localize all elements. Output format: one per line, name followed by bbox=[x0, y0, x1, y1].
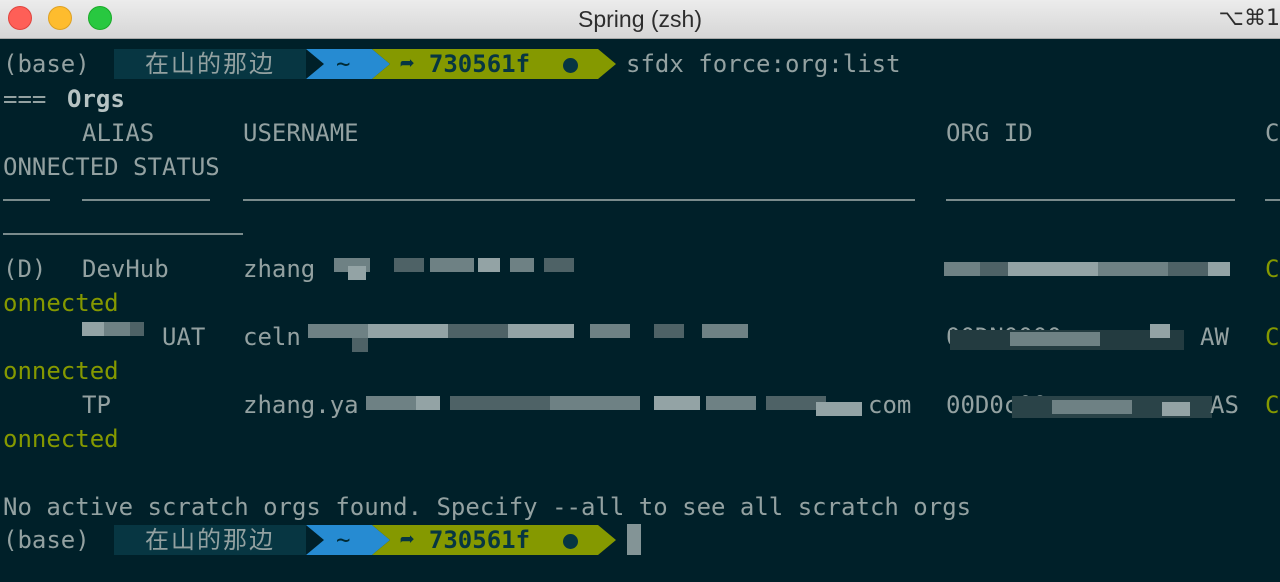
heading-prefix: === bbox=[3, 85, 47, 113]
column-header-alias: ALIAS bbox=[82, 119, 155, 147]
row-status-cut: C bbox=[1265, 323, 1280, 351]
redacted-org-id bbox=[950, 324, 1184, 352]
git-dirty-dot-icon bbox=[563, 58, 578, 73]
row-alias: TP bbox=[82, 391, 111, 419]
prompt-host-segment: 在山的那边 bbox=[114, 49, 306, 79]
row-alias: DevHub bbox=[82, 255, 169, 283]
row-username: celn bbox=[243, 323, 301, 351]
window-shortcut: ⌥⌘1 bbox=[1218, 6, 1280, 31]
column-header-username: USERNAME bbox=[243, 119, 359, 147]
scratch-orgs-message: No active scratch orgs found. Specify --… bbox=[3, 493, 972, 521]
default-org-marker: (D) bbox=[3, 255, 47, 283]
column-rule bbox=[3, 199, 50, 201]
row-status-rest: onnected bbox=[3, 425, 119, 453]
redacted-org-id bbox=[1012, 392, 1212, 422]
prompt-dir-text: ~ bbox=[336, 526, 351, 554]
row-status-rest: onnected bbox=[3, 357, 119, 385]
row-status-cut: C bbox=[1265, 255, 1280, 283]
prompt-branch-text: ➦ 730561f bbox=[400, 50, 531, 78]
column-header-org-id: ORG ID bbox=[946, 119, 1033, 147]
column-rule bbox=[946, 199, 1235, 201]
window-title: Spring (zsh) bbox=[578, 6, 702, 32]
redacted-username bbox=[334, 258, 574, 282]
redacted-username bbox=[366, 396, 864, 418]
redacted-alias bbox=[82, 322, 146, 338]
prompt-dir-text: ~ bbox=[336, 50, 351, 78]
row-status-cut: C bbox=[1265, 391, 1280, 419]
redacted-org-id bbox=[944, 262, 1234, 276]
output-heading: Orgs bbox=[67, 85, 125, 113]
column-header-connected-rest: ONNECTED STATUS bbox=[3, 153, 220, 181]
column-header-connected-cut: C bbox=[1265, 119, 1280, 147]
conda-env-label: (base) bbox=[3, 50, 90, 78]
row-username: zhang.ya bbox=[243, 391, 359, 419]
row-alias: UAT bbox=[162, 323, 206, 351]
row-username-tail: com bbox=[868, 391, 912, 419]
column-rule bbox=[82, 199, 210, 201]
command-text: sfdx force:org:list bbox=[626, 50, 901, 78]
column-rule bbox=[3, 233, 243, 235]
prompt-host-segment: 在山的那边 bbox=[114, 525, 306, 555]
row-org-id-tail: AW bbox=[1200, 323, 1229, 351]
row-org-id-tail: AS bbox=[1210, 391, 1239, 419]
terminal-window: Spring (zsh) ⌥⌘1 (base) 在山的那边 ~ ➦ 730561… bbox=[0, 0, 1280, 582]
redacted-username bbox=[308, 324, 750, 352]
prompt-branch-text: ➦ 730561f bbox=[400, 526, 531, 554]
row-username: zhang bbox=[243, 255, 316, 283]
title-bar: Spring (zsh) ⌥⌘1 bbox=[0, 0, 1280, 39]
conda-env-label: (base) bbox=[3, 526, 90, 554]
terminal-cursor[interactable] bbox=[627, 524, 641, 555]
column-rule bbox=[1265, 199, 1280, 201]
prompt-line: (base) 在山的那边 ~ ➦ 730561f sfdx force:org:… bbox=[0, 47, 1280, 81]
git-dirty-dot-icon bbox=[563, 534, 578, 549]
row-status-rest: onnected bbox=[3, 289, 119, 317]
column-rule bbox=[243, 199, 915, 201]
